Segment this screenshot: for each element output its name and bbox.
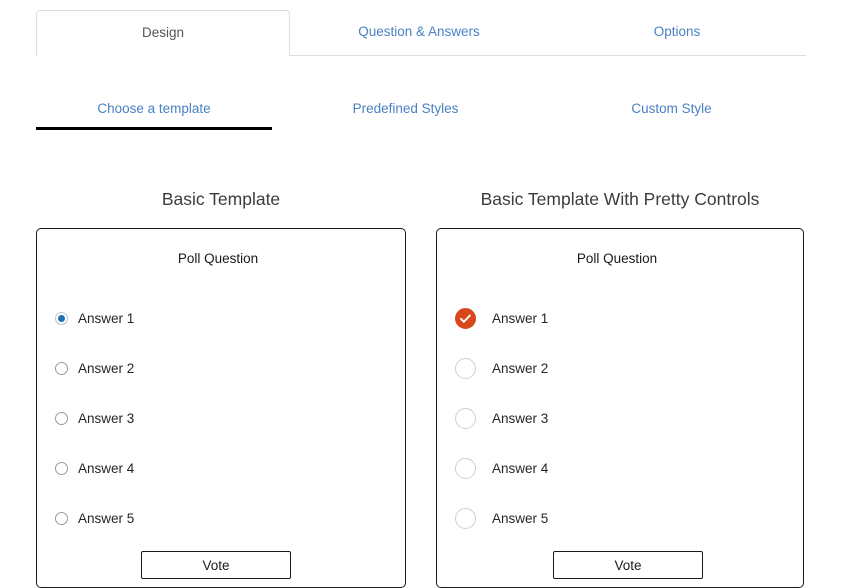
template-card-pretty[interactable]: Basic Template With Pretty Controls Poll… [436, 190, 804, 588]
poll-option-label: Answer 2 [78, 362, 134, 376]
vote-button[interactable]: Vote [553, 551, 703, 579]
poll-option-row[interactable]: Answer 3 [449, 393, 785, 443]
subtab-custom-style[interactable]: Custom Style [539, 92, 804, 127]
tab-question-and-answers[interactable]: Question & Answers [290, 10, 548, 55]
main-tab-bar: Design Question & Answers Options [36, 10, 806, 56]
tab-design[interactable]: Design [36, 10, 290, 57]
radio-answer-5[interactable] [455, 508, 476, 529]
poll-option-row[interactable]: Answer 2 [49, 343, 387, 393]
subtab-predefined-styles-label: Predefined Styles [353, 101, 459, 116]
poll-preview-pretty: Poll Question Answer 1 Answer 2 [436, 228, 804, 588]
poll-option-row[interactable]: Answer 4 [49, 443, 387, 493]
poll-option-label: Answer 5 [492, 512, 548, 526]
poll-question: Poll Question [49, 251, 387, 267]
poll-option-row[interactable]: Answer 1 [49, 293, 387, 343]
poll-option-label: Answer 3 [78, 412, 134, 426]
poll-option-label: Answer 1 [78, 312, 134, 326]
subtab-choose-a-template-label: Choose a template [97, 101, 210, 116]
poll-option-label: Answer 2 [492, 362, 548, 376]
radio-answer-1[interactable] [455, 308, 476, 329]
template-title: Basic Template With Pretty Controls [436, 190, 804, 209]
poll-option-row[interactable]: Answer 2 [449, 343, 785, 393]
radio-answer-4[interactable] [55, 462, 68, 475]
vote-button[interactable]: Vote [141, 551, 291, 579]
radio-answer-2[interactable] [55, 362, 68, 375]
design-sub-tab-bar: Choose a template Predefined Styles Cust… [36, 92, 826, 128]
template-title: Basic Template [36, 190, 406, 209]
poll-option-row[interactable]: Answer 3 [49, 393, 387, 443]
subtab-custom-style-label: Custom Style [631, 101, 711, 116]
poll-question: Poll Question [449, 251, 785, 267]
tab-design-label: Design [142, 26, 184, 40]
tab-options[interactable]: Options [548, 10, 806, 55]
vote-button-row: Vote [49, 551, 387, 579]
poll-option-label: Answer 1 [492, 312, 548, 326]
poll-option-label: Answer 5 [78, 512, 134, 526]
tab-options-label: Options [654, 25, 701, 39]
subtab-predefined-styles[interactable]: Predefined Styles [272, 92, 539, 127]
radio-answer-3[interactable] [55, 412, 68, 425]
poll-option-label: Answer 4 [78, 462, 134, 476]
poll-preview-basic: Poll Question Answer 1 Answer 2 Answer 3… [36, 228, 406, 588]
radio-answer-3[interactable] [455, 408, 476, 429]
radio-answer-4[interactable] [455, 458, 476, 479]
poll-option-label: Answer 4 [492, 462, 548, 476]
poll-option-row[interactable]: Answer 4 [449, 443, 785, 493]
vote-button-row: Vote [449, 551, 785, 579]
radio-answer-1[interactable] [55, 312, 68, 325]
tab-question-and-answers-label: Question & Answers [358, 25, 480, 39]
radio-answer-5[interactable] [55, 512, 68, 525]
template-card-basic[interactable]: Basic Template Poll Question Answer 1 An… [36, 190, 406, 588]
radio-answer-2[interactable] [455, 358, 476, 379]
poll-option-row[interactable]: Answer 1 [449, 293, 785, 343]
subtab-choose-a-template[interactable]: Choose a template [36, 92, 272, 130]
poll-option-row[interactable]: Answer 5 [449, 493, 785, 543]
check-icon [456, 309, 475, 328]
poll-option-row[interactable]: Answer 5 [49, 493, 387, 543]
poll-option-label: Answer 3 [492, 412, 548, 426]
